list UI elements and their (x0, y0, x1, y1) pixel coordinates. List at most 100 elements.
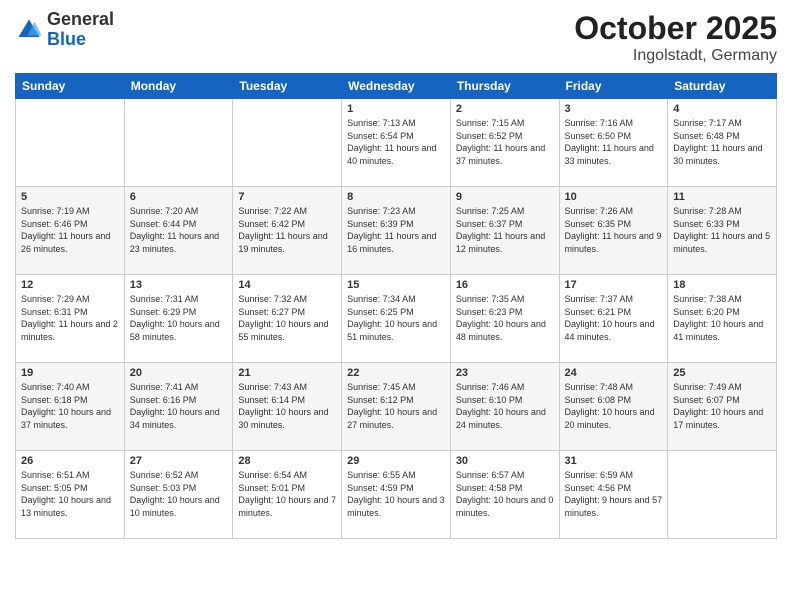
day-info: Sunrise: 7:20 AMSunset: 6:44 PMDaylight:… (130, 205, 228, 255)
day-number: 9 (456, 191, 554, 203)
calendar-cell (668, 451, 777, 539)
calendar-cell: 26Sunrise: 6:51 AMSunset: 5:05 PMDayligh… (16, 451, 125, 539)
day-number: 19 (21, 367, 119, 379)
day-info: Sunrise: 7:16 AMSunset: 6:50 PMDaylight:… (565, 117, 663, 167)
day-number: 12 (21, 279, 119, 291)
day-number: 25 (673, 367, 771, 379)
day-number: 7 (238, 191, 336, 203)
day-info: Sunrise: 7:46 AMSunset: 6:10 PMDaylight:… (456, 381, 554, 431)
day-number: 1 (347, 103, 445, 115)
day-info: Sunrise: 6:55 AMSunset: 4:59 PMDaylight:… (347, 469, 445, 519)
day-info: Sunrise: 7:26 AMSunset: 6:35 PMDaylight:… (565, 205, 663, 255)
day-info: Sunrise: 7:45 AMSunset: 6:12 PMDaylight:… (347, 381, 445, 431)
calendar-cell: 1 Sunrise: 7:13 AMSunset: 6:54 PMDaylight… (342, 99, 451, 187)
calendar-cell: 18Sunrise: 7:38 AMSunset: 6:20 PMDayligh… (668, 275, 777, 363)
calendar-cell (124, 99, 233, 187)
header-friday: Friday (559, 74, 668, 99)
day-number: 11 (673, 191, 771, 203)
logo-general: General (47, 10, 114, 30)
calendar-cell: 30 Sunrise: 6:57 AMSunset: 4:58 PMDayligh… (450, 451, 559, 539)
day-number: 13 (130, 279, 228, 291)
calendar-cell: 8 Sunrise: 7:23 AMSunset: 6:39 PMDaylight… (342, 187, 451, 275)
day-number: 8 (347, 191, 445, 203)
header-thursday: Thursday (450, 74, 559, 99)
calendar-cell: 12 Sunrise: 7:29 AMSunset: 6:31 PMDayligh… (16, 275, 125, 363)
calendar-table: Sunday Monday Tuesday Wednesday Thursday… (15, 73, 777, 539)
day-info: Sunrise: 7:38 AMSunset: 6:20 PMDaylight:… (673, 293, 771, 343)
day-info: Sunrise: 6:52 AMSunset: 5:03 PMDaylight:… (130, 469, 228, 519)
calendar-cell: 13 Sunrise: 7:31 AMSunset: 6:29 PMDayligh… (124, 275, 233, 363)
day-info: Sunrise: 7:22 AMSunset: 6:42 PMDaylight:… (238, 205, 336, 255)
title-block: October 2025 Ingolstadt, Germany (574, 10, 777, 65)
calendar-cell: 2Sunrise: 7:15 AMSunset: 6:52 PMDaylight… (450, 99, 559, 187)
day-info: Sunrise: 6:59 AMSunset: 4:56 PMDaylight:… (565, 469, 663, 519)
day-info: Sunrise: 7:49 AMSunset: 6:07 PMDaylight:… (673, 381, 771, 431)
day-number: 4 (673, 103, 771, 115)
page: General Blue October 2025 Ingolstadt, Ge… (0, 0, 792, 612)
day-number: 31 (565, 455, 663, 467)
calendar-cell (16, 99, 125, 187)
calendar-cell: 31 Sunrise: 6:59 AMSunset: 4:56 PMDayligh… (559, 451, 668, 539)
day-info: Sunrise: 7:29 AMSunset: 6:31 PMDaylight:… (21, 293, 119, 343)
day-info: Sunrise: 7:13 AMSunset: 6:54 PMDaylight:… (347, 117, 445, 167)
day-number: 17 (565, 279, 663, 291)
header-monday: Monday (124, 74, 233, 99)
day-number: 30 (456, 455, 554, 467)
day-number: 6 (130, 191, 228, 203)
calendar-cell: 19 Sunrise: 7:40 AMSunset: 6:18 PMDayligh… (16, 363, 125, 451)
logo-blue: Blue (47, 30, 114, 50)
calendar-week-3: 19 Sunrise: 7:40 AMSunset: 6:18 PMDayligh… (16, 363, 777, 451)
day-info: Sunrise: 7:15 AMSunset: 6:52 PMDaylight:… (456, 117, 554, 167)
calendar-week-1: 5 Sunrise: 7:19 AMSunset: 6:46 PMDaylight… (16, 187, 777, 275)
calendar-week-2: 12 Sunrise: 7:29 AMSunset: 6:31 PMDayligh… (16, 275, 777, 363)
calendar-cell: 21 Sunrise: 7:43 AMSunset: 6:14 PMDayligh… (233, 363, 342, 451)
day-info: Sunrise: 7:17 AMSunset: 6:48 PMDaylight:… (673, 117, 771, 167)
header: General Blue October 2025 Ingolstadt, Ge… (15, 10, 777, 65)
calendar-cell: 20 Sunrise: 7:41 AMSunset: 6:16 PMDayligh… (124, 363, 233, 451)
calendar-cell: 4 Sunrise: 7:17 AMSunset: 6:48 PMDaylight… (668, 99, 777, 187)
day-info: Sunrise: 7:40 AMSunset: 6:18 PMDaylight:… (21, 381, 119, 431)
day-info: Sunrise: 7:31 AMSunset: 6:29 PMDaylight:… (130, 293, 228, 343)
day-number: 23 (456, 367, 554, 379)
calendar-cell: 11 Sunrise: 7:28 AMSunset: 6:33 PMDayligh… (668, 187, 777, 275)
day-number: 26 (21, 455, 119, 467)
calendar-cell: 16Sunrise: 7:35 AMSunset: 6:23 PMDayligh… (450, 275, 559, 363)
day-info: Sunrise: 6:57 AMSunset: 4:58 PMDaylight:… (456, 469, 554, 519)
calendar-cell: 7 Sunrise: 7:22 AMSunset: 6:42 PMDaylight… (233, 187, 342, 275)
calendar-cell: 10Sunrise: 7:26 AMSunset: 6:35 PMDayligh… (559, 187, 668, 275)
header-saturday: Saturday (668, 74, 777, 99)
day-info: Sunrise: 7:25 AMSunset: 6:37 PMDaylight:… (456, 205, 554, 255)
day-number: 5 (21, 191, 119, 203)
day-info: Sunrise: 7:34 AMSunset: 6:25 PMDaylight:… (347, 293, 445, 343)
day-number: 29 (347, 455, 445, 467)
calendar-cell: 5 Sunrise: 7:19 AMSunset: 6:46 PMDaylight… (16, 187, 125, 275)
day-info: Sunrise: 7:37 AMSunset: 6:21 PMDaylight:… (565, 293, 663, 343)
day-info: Sunrise: 7:28 AMSunset: 6:33 PMDaylight:… (673, 205, 771, 255)
calendar-cell: 6 Sunrise: 7:20 AMSunset: 6:44 PMDaylight… (124, 187, 233, 275)
day-info: Sunrise: 6:54 AMSunset: 5:01 PMDaylight:… (238, 469, 336, 519)
day-number: 16 (456, 279, 554, 291)
calendar-cell: 17 Sunrise: 7:37 AMSunset: 6:21 PMDayligh… (559, 275, 668, 363)
day-number: 15 (347, 279, 445, 291)
day-number: 3 (565, 103, 663, 115)
calendar-header-row: Sunday Monday Tuesday Wednesday Thursday… (16, 74, 777, 99)
header-tuesday: Tuesday (233, 74, 342, 99)
calendar-cell: 28Sunrise: 6:54 AMSunset: 5:01 PMDayligh… (233, 451, 342, 539)
header-sunday: Sunday (16, 74, 125, 99)
calendar-week-4: 26Sunrise: 6:51 AMSunset: 5:05 PMDayligh… (16, 451, 777, 539)
day-info: Sunrise: 7:23 AMSunset: 6:39 PMDaylight:… (347, 205, 445, 255)
day-number: 21 (238, 367, 336, 379)
page-subtitle: Ingolstadt, Germany (574, 47, 777, 65)
calendar-week-0: 1 Sunrise: 7:13 AMSunset: 6:54 PMDaylight… (16, 99, 777, 187)
logo-icon (15, 16, 43, 44)
header-wednesday: Wednesday (342, 74, 451, 99)
calendar-cell: 14Sunrise: 7:32 AMSunset: 6:27 PMDayligh… (233, 275, 342, 363)
day-info: Sunrise: 7:19 AMSunset: 6:46 PMDaylight:… (21, 205, 119, 255)
day-number: 24 (565, 367, 663, 379)
day-info: Sunrise: 7:43 AMSunset: 6:14 PMDaylight:… (238, 381, 336, 431)
logo: General Blue (15, 10, 114, 50)
calendar-cell: 15 Sunrise: 7:34 AMSunset: 6:25 PMDayligh… (342, 275, 451, 363)
calendar-cell: 9 Sunrise: 7:25 AMSunset: 6:37 PMDaylight… (450, 187, 559, 275)
day-info: Sunrise: 7:41 AMSunset: 6:16 PMDaylight:… (130, 381, 228, 431)
day-number: 20 (130, 367, 228, 379)
